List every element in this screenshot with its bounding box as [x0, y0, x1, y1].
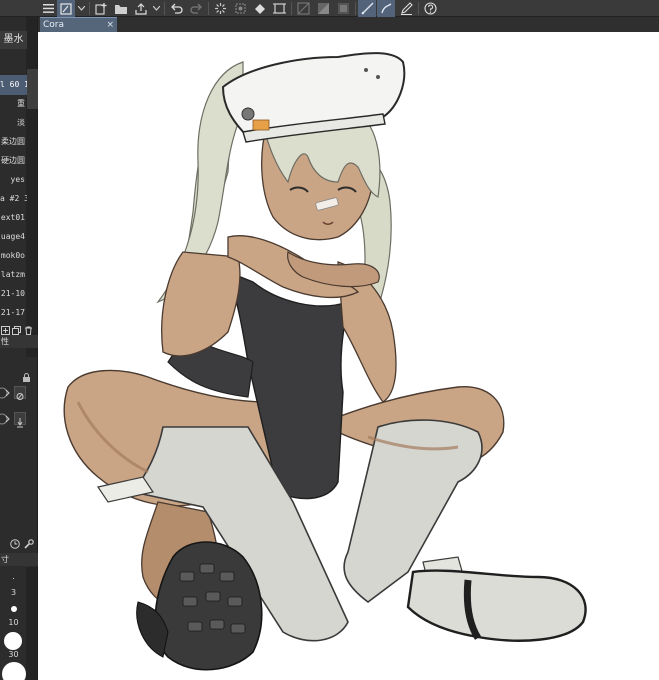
brush-size-dot[interactable]	[4, 632, 22, 650]
select-rect-icon[interactable]	[270, 0, 288, 17]
brush-size-label: 10	[8, 618, 19, 627]
brush-size-scrollbar[interactable]	[26, 567, 37, 680]
fill-icon[interactable]	[251, 0, 269, 17]
brush-size-header: 寸	[0, 553, 38, 566]
ruler-snap-icon[interactable]	[377, 0, 395, 17]
redo-icon[interactable]	[187, 0, 205, 17]
transform-icon[interactable]	[231, 0, 249, 17]
brush-size-dot[interactable]	[2, 662, 26, 680]
document-tab-bar: Cora ×	[38, 17, 659, 32]
layer-mask-icon[interactable]	[314, 0, 332, 17]
canvas-icon[interactable]	[57, 0, 75, 17]
close-icon[interactable]: ×	[106, 18, 114, 32]
opacity-dynamics-button[interactable]	[14, 386, 26, 400]
brush-size-label: 3	[10, 588, 17, 597]
brush-size-label: 30	[8, 650, 19, 659]
sidebar-scroll-thumb[interactable]	[27, 69, 38, 109]
sub-tool-label[interactable]: 墨水	[0, 31, 27, 49]
sidebar-item-brush-0[interactable]: l 60 1	[0, 75, 27, 95]
loading-icon[interactable]	[211, 0, 229, 17]
brush-size-dot[interactable]	[13, 578, 14, 579]
sidebar-item-brush-6[interactable]: a #2 3	[0, 189, 27, 209]
sidebar-item-brush-1[interactable]: 重	[0, 94, 27, 114]
sidebar-scrollbar[interactable]	[26, 17, 37, 357]
pressure-toggle[interactable]	[0, 385, 12, 401]
character-illustration	[63, 52, 587, 671]
document-tab[interactable]: Cora ×	[40, 17, 117, 32]
layer-ops-icon[interactable]	[294, 0, 312, 17]
sidebar-item-brush-2[interactable]: 淡	[0, 113, 27, 133]
wrench-icon[interactable]	[24, 534, 34, 549]
sidebar-item-brush-10[interactable]: latzm	[0, 265, 27, 285]
new-layer-icon[interactable]	[92, 0, 110, 17]
pen-icon[interactable]	[397, 0, 415, 17]
open-folder-icon[interactable]	[112, 0, 130, 17]
undo-icon[interactable]	[167, 0, 185, 17]
document-tab-title: Cora	[43, 20, 65, 30]
sidebar-item-brush-7[interactable]: ext01	[0, 208, 27, 228]
ruler-icon[interactable]	[358, 0, 376, 17]
size-toggle[interactable]	[0, 411, 12, 427]
duplicate-brush-icon[interactable]	[12, 320, 21, 335]
clock-icon[interactable]	[10, 534, 20, 549]
drawing-canvas[interactable]	[38, 32, 659, 680]
help-icon[interactable]	[421, 0, 439, 17]
brush-size-dot[interactable]	[11, 606, 17, 612]
new-brush-icon[interactable]	[1, 320, 10, 335]
tool-property-header: 性	[0, 335, 38, 348]
sidebar-item-brush-5[interactable]: yes	[0, 170, 27, 190]
sidebar-item-brush-4[interactable]: 硬边圆	[0, 151, 27, 171]
menu-icon[interactable]	[40, 0, 56, 17]
trash-icon[interactable]	[24, 320, 33, 335]
lock-icon[interactable]	[22, 367, 31, 382]
chevron-down-icon[interactable]	[151, 0, 161, 17]
sidebar-item-brush-3[interactable]: 柔边圆	[0, 132, 27, 152]
left-sidebar: 墨水 l 60 1 重 淡 柔边圆 硬边圆 yes a #2 3 ext01 u…	[0, 17, 38, 680]
sidebar-item-brush-9[interactable]: mok0o	[0, 246, 27, 266]
chevron-down-icon[interactable]	[76, 0, 86, 17]
export-icon[interactable]	[132, 0, 150, 17]
sidebar-item-brush-11[interactable]: 21-10	[0, 284, 27, 304]
sidebar-item-brush-8[interactable]: uage4	[0, 227, 27, 247]
top-toolbar	[0, 0, 659, 17]
pen-pressure-button[interactable]	[14, 412, 26, 428]
layer-clip-icon[interactable]	[334, 0, 352, 17]
